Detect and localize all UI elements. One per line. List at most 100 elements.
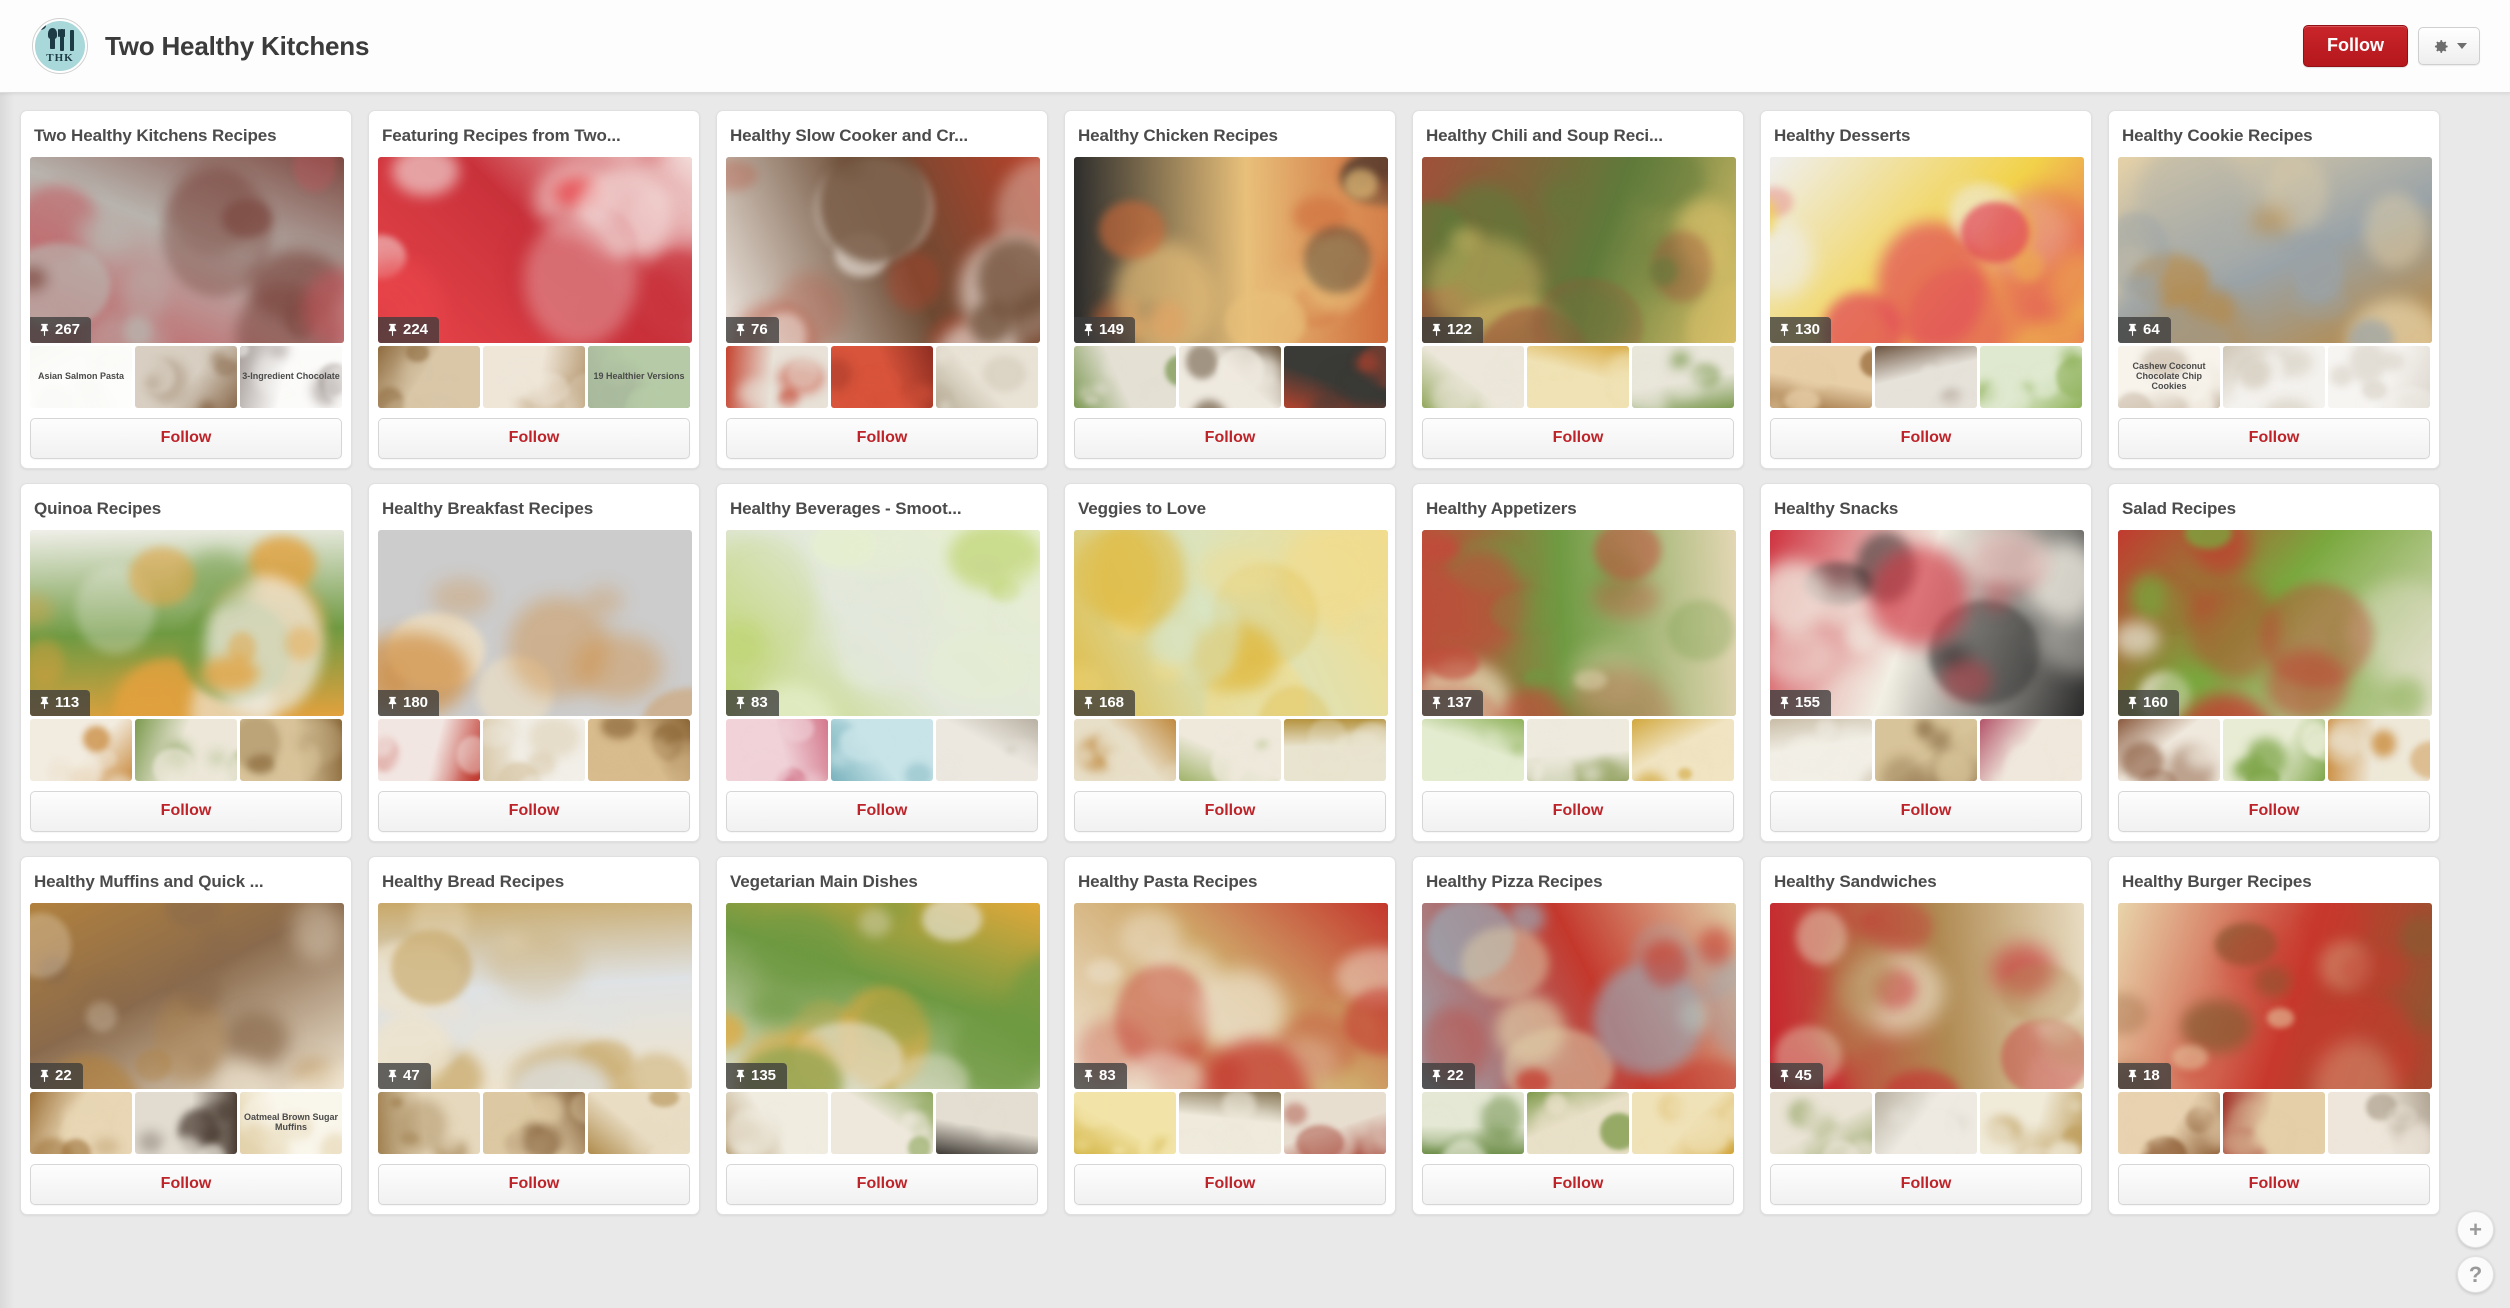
board-thumbnail[interactable] <box>1527 1092 1629 1154</box>
board-title[interactable]: Healthy Bread Recipes <box>378 866 690 903</box>
board-card[interactable]: Healthy Appetizers 137 Follow <box>1412 483 1744 842</box>
board-thumbnail[interactable] <box>2118 1092 2220 1154</box>
board-follow-button[interactable]: Follow <box>1770 791 2082 832</box>
board-thumbnail[interactable] <box>1422 346 1524 408</box>
board-cover-image[interactable]: 224 <box>378 157 692 343</box>
board-title[interactable]: Healthy Pizza Recipes <box>1422 866 1734 903</box>
board-card[interactable]: Vegetarian Main Dishes 135 Follow <box>716 856 1048 1215</box>
board-cover-image[interactable]: 160 <box>2118 530 2432 716</box>
board-thumbnail[interactable] <box>2328 346 2430 408</box>
board-card[interactable]: Healthy Chicken Recipes 149 Follow <box>1064 110 1396 469</box>
board-follow-button[interactable]: Follow <box>30 1164 342 1205</box>
board-follow-button[interactable]: Follow <box>378 1164 690 1205</box>
board-title[interactable]: Featuring Recipes from Two... <box>378 120 690 157</box>
board-card[interactable]: Quinoa Recipes 113 Follow <box>20 483 352 842</box>
board-thumbnail[interactable] <box>483 346 585 408</box>
board-title[interactable]: Quinoa Recipes <box>30 493 342 530</box>
board-thumbnail[interactable] <box>1284 719 1386 781</box>
board-cover-image[interactable]: 137 <box>1422 530 1736 716</box>
board-cover-image[interactable]: 168 <box>1074 530 1388 716</box>
board-cover-image[interactable]: 18 <box>2118 903 2432 1089</box>
board-title[interactable]: Healthy Burger Recipes <box>2118 866 2430 903</box>
board-thumbnail[interactable]: Asian Salmon Pasta <box>30 346 132 408</box>
board-thumbnail[interactable] <box>1422 1092 1524 1154</box>
board-title[interactable]: Healthy Desserts <box>1770 120 2082 157</box>
board-title[interactable]: Healthy Beverages - Smoot... <box>726 493 1038 530</box>
board-card[interactable]: Healthy Chili and Soup Reci... 122 Follow <box>1412 110 1744 469</box>
help-button[interactable]: ? <box>2457 1256 2494 1293</box>
board-cover-image[interactable]: 130 <box>1770 157 2084 343</box>
board-follow-button[interactable]: Follow <box>726 418 1038 459</box>
board-thumbnail[interactable] <box>483 1092 585 1154</box>
board-card[interactable]: Healthy Bread Recipes 47 Follow <box>368 856 700 1215</box>
board-follow-button[interactable]: Follow <box>378 791 690 832</box>
board-follow-button[interactable]: Follow <box>1422 791 1734 832</box>
board-title[interactable]: Vegetarian Main Dishes <box>726 866 1038 903</box>
board-thumbnail[interactable] <box>2223 346 2325 408</box>
avatar[interactable]: THK <box>33 19 87 73</box>
board-thumbnail[interactable] <box>1770 719 1872 781</box>
board-thumbnail[interactable] <box>1074 346 1176 408</box>
board-title[interactable]: Healthy Slow Cooker and Cr... <box>726 120 1038 157</box>
board-card[interactable]: Healthy Slow Cooker and Cr... 76 Follow <box>716 110 1048 469</box>
board-thumbnail[interactable]: Oatmeal Brown Sugar Muffins <box>240 1092 342 1154</box>
board-title[interactable]: Salad Recipes <box>2118 493 2430 530</box>
board-cover-image[interactable]: 83 <box>1074 903 1388 1089</box>
board-thumbnail[interactable] <box>1179 1092 1281 1154</box>
board-thumbnail[interactable] <box>1875 1092 1977 1154</box>
board-thumbnail[interactable] <box>1980 719 2082 781</box>
board-cover-image[interactable]: 149 <box>1074 157 1388 343</box>
board-thumbnail[interactable] <box>135 719 237 781</box>
board-thumbnail[interactable] <box>1179 346 1281 408</box>
board-follow-button[interactable]: Follow <box>1074 1164 1386 1205</box>
board-thumbnail[interactable] <box>831 1092 933 1154</box>
board-card[interactable]: Healthy Breakfast Recipes 180 Follow <box>368 483 700 842</box>
add-pin-button[interactable]: + <box>2457 1211 2494 1248</box>
board-title[interactable]: Veggies to Love <box>1074 493 1386 530</box>
board-thumbnail[interactable] <box>378 719 480 781</box>
board-thumbnail[interactable] <box>1527 719 1629 781</box>
board-thumbnail[interactable] <box>2118 719 2220 781</box>
board-thumbnail[interactable] <box>1284 1092 1386 1154</box>
board-thumbnail[interactable]: Cashew Coconut Chocolate Chip Cookies <box>2118 346 2220 408</box>
board-title[interactable]: Healthy Chicken Recipes <box>1074 120 1386 157</box>
board-card[interactable]: Veggies to Love 168 Follow <box>1064 483 1396 842</box>
board-thumbnail[interactable] <box>588 1092 690 1154</box>
board-thumbnail[interactable] <box>726 719 828 781</box>
board-thumbnail[interactable] <box>1179 719 1281 781</box>
board-cover-image[interactable]: 267 <box>30 157 344 343</box>
board-thumbnail[interactable] <box>1632 1092 1734 1154</box>
board-thumbnail[interactable]: 19 Healthier Versions <box>588 346 690 408</box>
board-card[interactable]: Healthy Beverages - Smoot... 83 Follow <box>716 483 1048 842</box>
board-thumbnail[interactable] <box>1980 346 2082 408</box>
board-thumbnail[interactable] <box>1875 346 1977 408</box>
board-card[interactable]: Salad Recipes 160 Follow <box>2108 483 2440 842</box>
board-thumbnail[interactable] <box>1422 719 1524 781</box>
board-thumbnail[interactable] <box>726 1092 828 1154</box>
board-thumbnail[interactable] <box>2223 1092 2325 1154</box>
board-follow-button[interactable]: Follow <box>2118 1164 2430 1205</box>
board-title[interactable]: Healthy Cookie Recipes <box>2118 120 2430 157</box>
board-card[interactable]: Healthy Cookie Recipes 64 Cashew Coconut C… <box>2108 110 2440 469</box>
board-thumbnail[interactable] <box>30 1092 132 1154</box>
board-follow-button[interactable]: Follow <box>2118 418 2430 459</box>
board-card[interactable]: Healthy Desserts 130 Follow <box>1760 110 2092 469</box>
board-card[interactable]: Healthy Pasta Recipes 83 Follow <box>1064 856 1396 1215</box>
board-thumbnail[interactable] <box>1074 1092 1176 1154</box>
board-follow-button[interactable]: Follow <box>30 418 342 459</box>
board-thumbnail[interactable] <box>1770 346 1872 408</box>
board-thumbnail[interactable] <box>135 346 237 408</box>
board-thumbnail[interactable] <box>378 1092 480 1154</box>
board-follow-button[interactable]: Follow <box>378 418 690 459</box>
board-thumbnail[interactable] <box>2223 719 2325 781</box>
board-follow-button[interactable]: Follow <box>726 791 1038 832</box>
board-card[interactable]: Healthy Sandwiches 45 Follow <box>1760 856 2092 1215</box>
board-thumbnail[interactable] <box>936 346 1038 408</box>
board-thumbnail[interactable] <box>2328 719 2430 781</box>
board-thumbnail[interactable] <box>588 719 690 781</box>
board-thumbnail[interactable] <box>936 1092 1038 1154</box>
board-follow-button[interactable]: Follow <box>1770 1164 2082 1205</box>
board-thumbnail[interactable] <box>135 1092 237 1154</box>
board-thumbnail[interactable] <box>30 719 132 781</box>
board-follow-button[interactable]: Follow <box>1074 418 1386 459</box>
